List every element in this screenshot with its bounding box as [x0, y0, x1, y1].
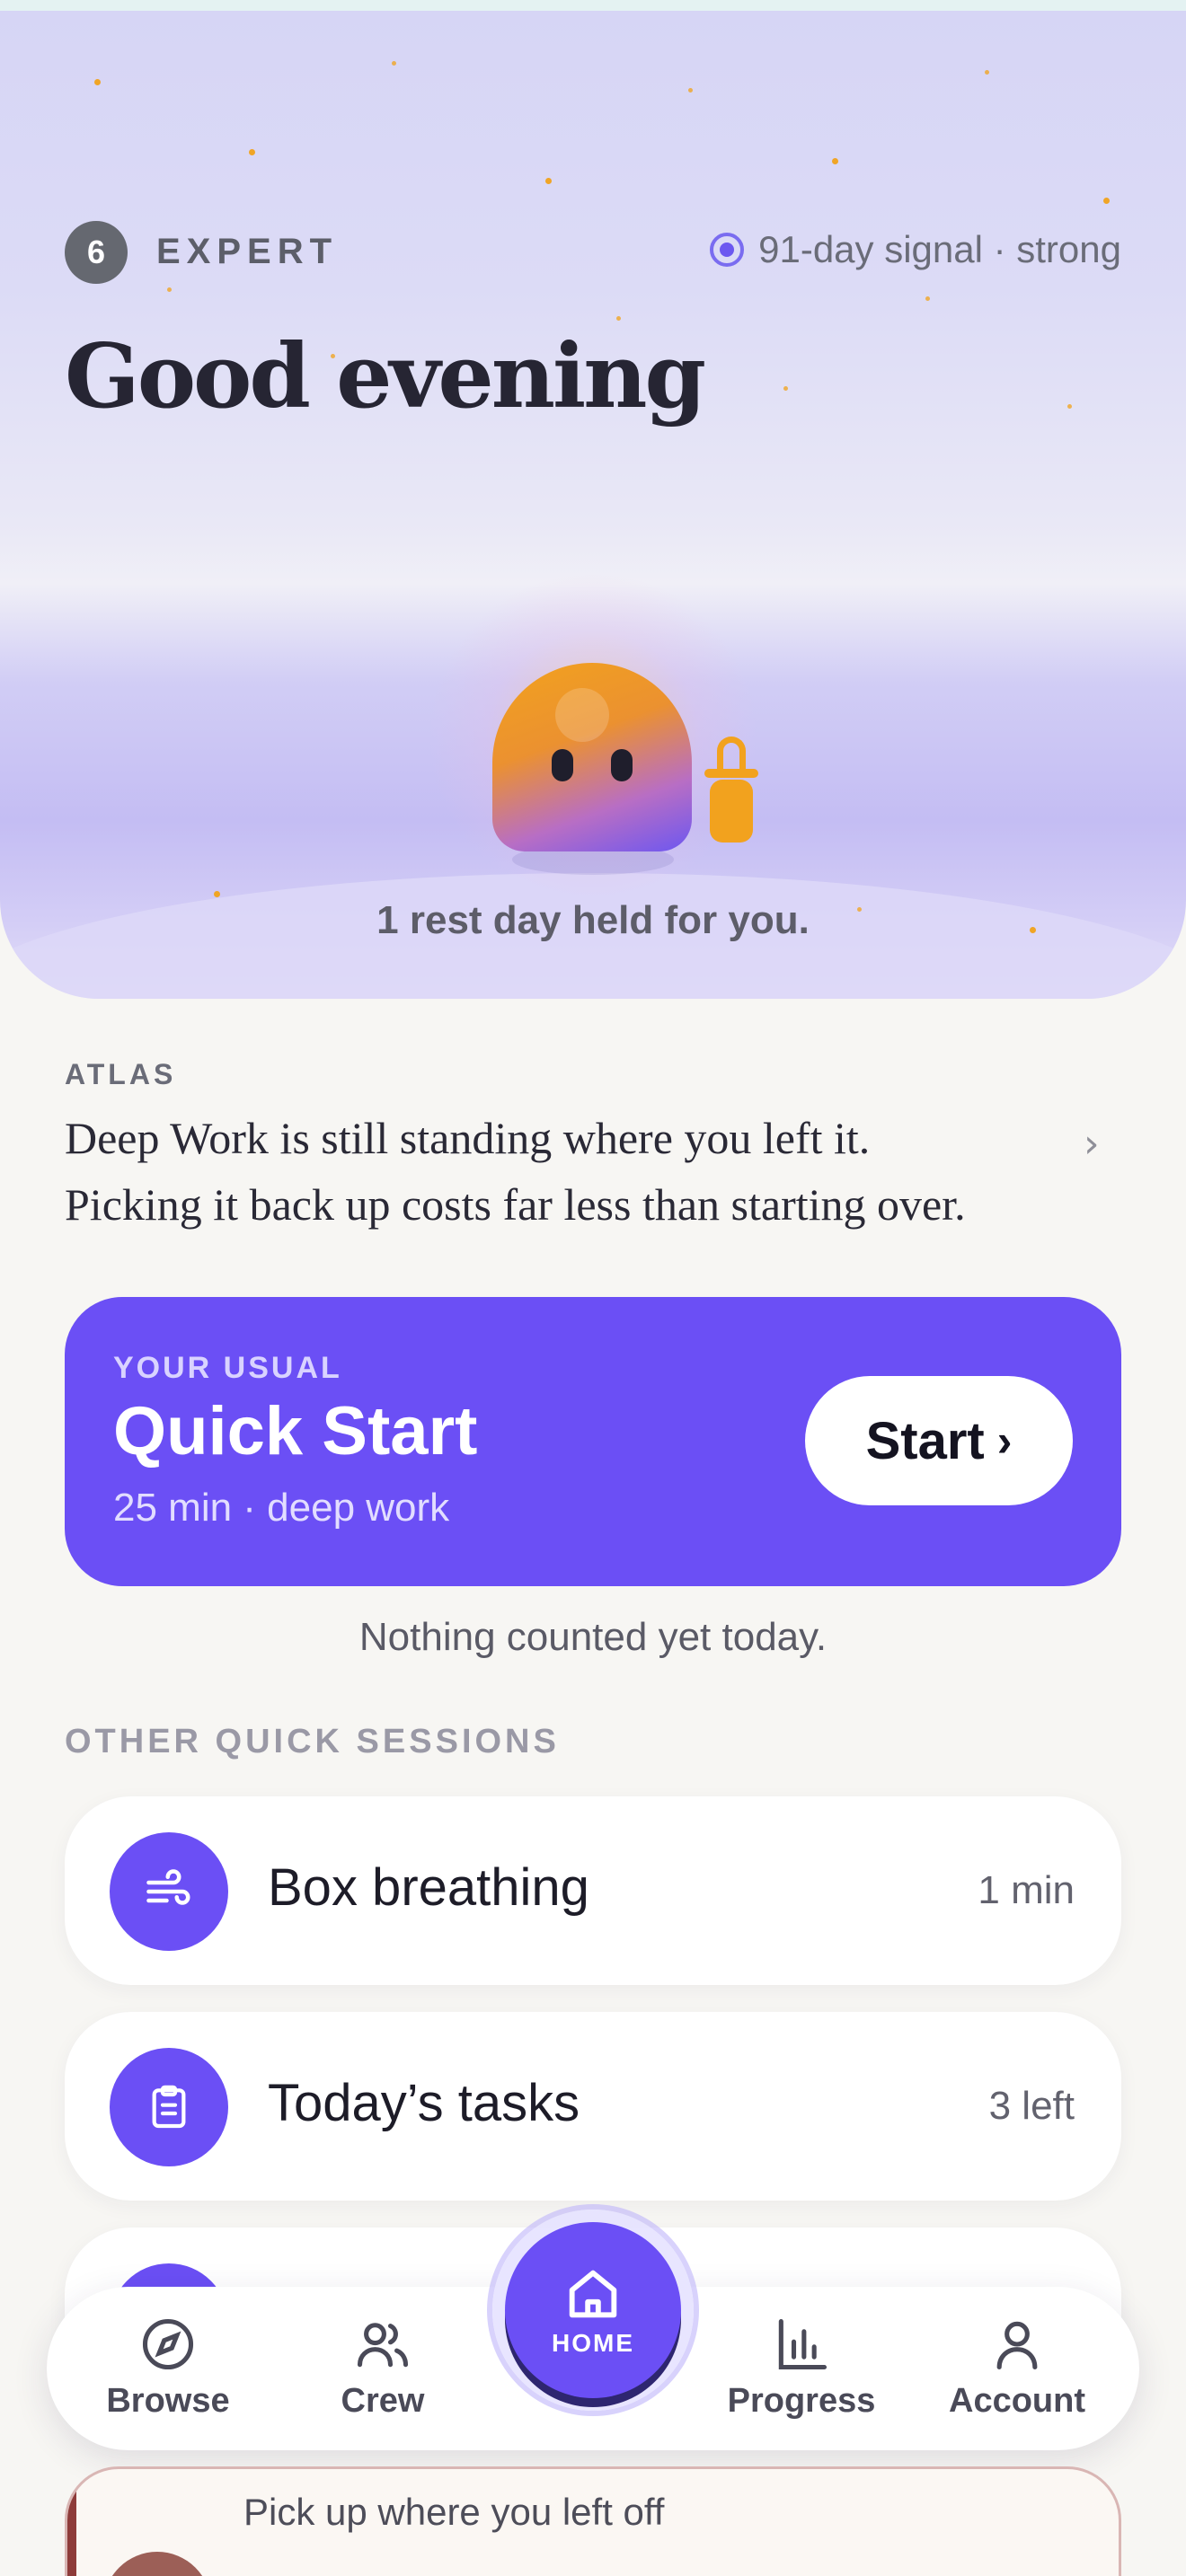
nav-item-progress[interactable]: Progress — [703, 2314, 900, 2430]
people-icon — [357, 2323, 409, 2368]
sparkle — [925, 296, 930, 301]
atlas-message-line: Picking it back up costs far less than s… — [65, 1179, 966, 1230]
sparkle — [94, 79, 101, 85]
level-badge[interactable]: 6 — [65, 221, 128, 284]
page-title: Good evening — [65, 325, 706, 428]
lock-shackle — [717, 737, 746, 771]
signal-icon — [710, 233, 745, 267]
chevron-right-icon: › — [996, 1416, 1013, 1466]
sparkle — [985, 70, 989, 75]
lock-icon — [704, 737, 758, 848]
resume-accent — [67, 2469, 76, 2576]
nav-label: Crew — [341, 2382, 425, 2420]
usual-eyebrow: YOUR USUAL — [113, 1351, 342, 1385]
sparkle — [1103, 198, 1110, 204]
today-status: Nothing counted yet today. — [358, 1615, 828, 1659]
nav-label: Browse — [106, 2382, 230, 2420]
sparkle — [392, 61, 396, 66]
lock-bar — [704, 769, 758, 778]
sparkle — [249, 149, 255, 155]
nav-label: Progress — [727, 2382, 876, 2420]
sparkle — [167, 287, 172, 292]
signal-indicator[interactable]: 91-day signal · strong — [710, 228, 1121, 271]
session-item-todays-tasks[interactable]: Today’s tasks 3 left — [65, 2012, 1121, 2201]
mascot-shine — [555, 688, 609, 742]
atlas-label: ATLAS — [65, 1058, 177, 1090]
start-button[interactable]: Start › — [805, 1376, 1073, 1505]
resume-text: Pick up where you left off — [243, 2491, 665, 2533]
mascot-eye — [611, 749, 633, 781]
lock-body — [710, 780, 753, 842]
nav-item-home[interactable]: HOME — [505, 2222, 681, 2398]
level-label: EXPERT — [156, 232, 339, 271]
sparkle — [1067, 404, 1072, 409]
signal-text: 91-day signal · strong — [758, 228, 1121, 270]
compass-icon — [142, 2318, 194, 2370]
session-meta: 1 min — [978, 1868, 1075, 1912]
usual-subtitle: 25 min · deep work — [113, 1486, 450, 1530]
start-button-label: Start — [865, 1411, 985, 1470]
sparkle — [783, 386, 788, 391]
nav-label: Account — [949, 2382, 1085, 2420]
nav-label: HOME — [552, 2329, 634, 2357]
nav-item-account[interactable]: Account — [918, 2314, 1116, 2430]
sparkle — [616, 316, 621, 321]
user-icon — [996, 2321, 1038, 2370]
sparkle — [545, 178, 552, 184]
usual-title: Quick Start — [113, 1393, 478, 1469]
session-meta: 3 left — [988, 2084, 1075, 2128]
avatar — [103, 2552, 211, 2576]
sparkle — [832, 158, 838, 164]
chevron-right-icon[interactable]: › — [1084, 1121, 1100, 1167]
bar-chart-icon — [778, 2318, 828, 2370]
rest-day-message: 1 rest day held for you. — [376, 898, 810, 942]
session-name: Today’s tasks — [268, 2074, 580, 2132]
nav-item-crew[interactable]: Crew — [284, 2314, 482, 2430]
section-heading: OTHER QUICK SESSIONS — [65, 1723, 560, 1760]
nav-item-browse[interactable]: Browse — [69, 2314, 267, 2430]
usual-session-card[interactable]: YOUR USUAL Quick Start 25 min · deep wor… — [65, 1297, 1121, 1586]
status-strip — [0, 0, 1186, 11]
session-item-box-breathing[interactable]: Box breathing 1 min — [65, 1796, 1121, 1985]
wind-icon — [110, 1832, 228, 1951]
session-name: Box breathing — [268, 1858, 589, 1917]
mascot-eye — [552, 749, 573, 781]
sparkle — [688, 88, 693, 93]
sparkle — [214, 891, 220, 897]
clipboard-icon — [110, 2048, 228, 2166]
resume-card[interactable]: Pick up where you left off — [65, 2466, 1121, 2576]
home-icon — [569, 2270, 617, 2318]
atlas-message[interactable]: Deep Work is still standing where you le… — [65, 1105, 1071, 1238]
mascot-character[interactable] — [492, 663, 692, 851]
atlas-message-line: Deep Work is still standing where you le… — [65, 1113, 871, 1163]
